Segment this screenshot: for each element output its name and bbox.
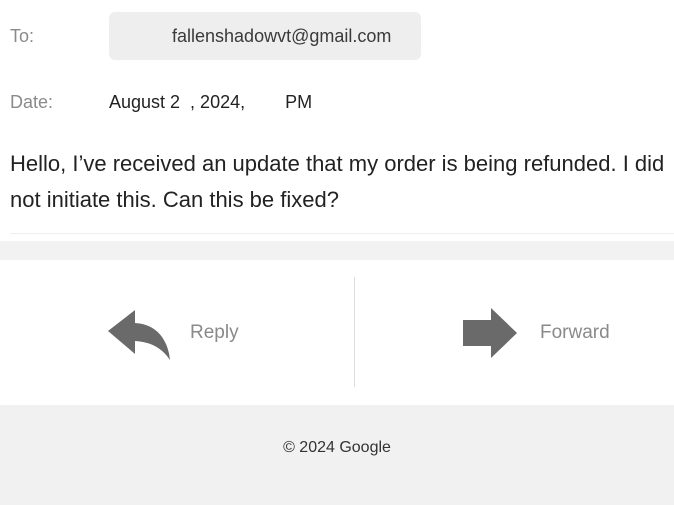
date-value: August 2 , 2024, PM — [109, 92, 313, 112]
separator-line — [10, 233, 674, 234]
recipient-address[interactable]: fallenshadowvt@gmail.com — [172, 26, 391, 47]
message-body: Hello, I’ve received an update that my o… — [10, 151, 665, 212]
reply-arrow-icon — [108, 306, 172, 365]
to-label: To: — [10, 26, 35, 46]
forward-button[interactable]: Forward — [455, 300, 630, 366]
action-divider — [354, 277, 355, 387]
date-label: Date: — [10, 92, 54, 112]
reply-button[interactable]: Reply — [100, 300, 260, 366]
email-view: To: fallenshadowvt@gmail.com Date: Augus… — [0, 0, 674, 505]
separator-band — [0, 241, 674, 260]
forward-arrow-icon — [461, 306, 519, 365]
reply-label: Reply — [190, 322, 239, 343]
forward-label: Forward — [540, 322, 610, 343]
copyright-text: © 2024 Google — [283, 439, 391, 456]
